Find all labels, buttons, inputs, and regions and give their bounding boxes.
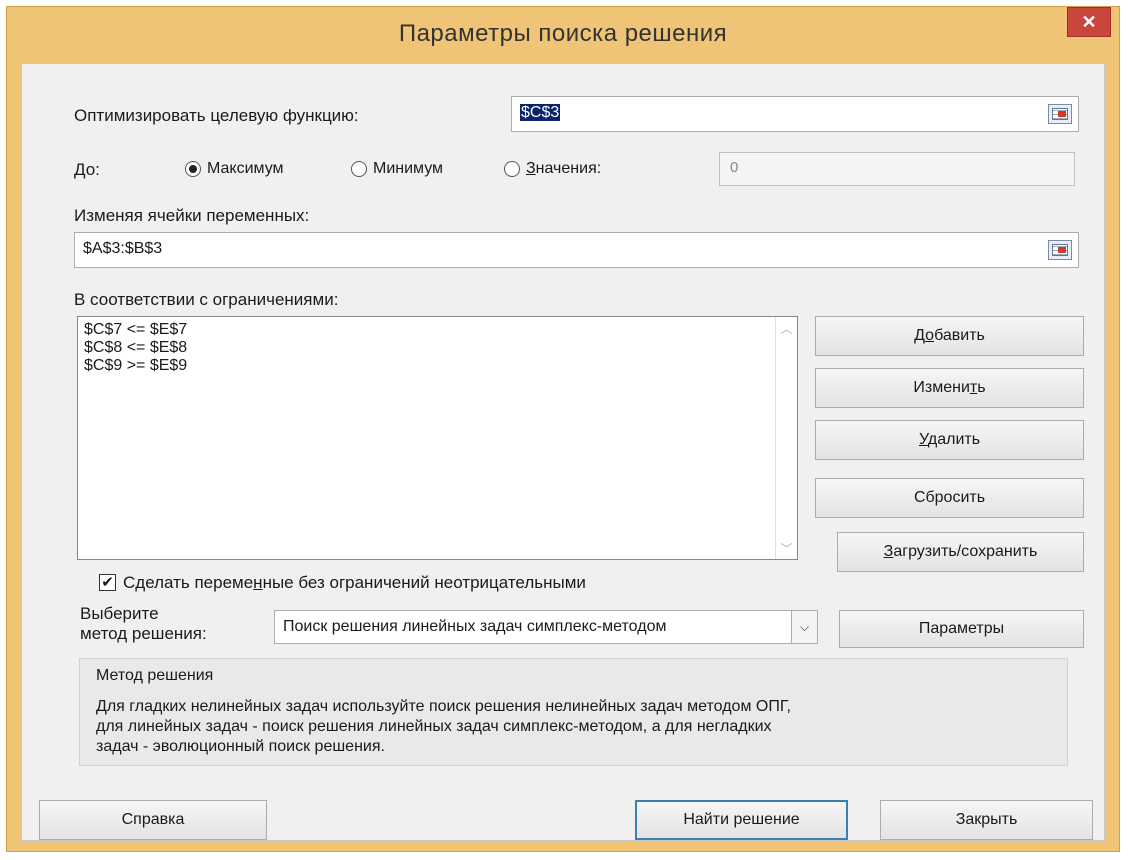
title-bar[interactable]: Параметры поиска решения ✕ xyxy=(7,7,1119,61)
method-label-line2: метод решения: xyxy=(80,624,207,643)
checkmark-icon: ✔ xyxy=(101,574,114,591)
scroll-up-icon[interactable]: ︿ xyxy=(776,317,797,339)
objective-input[interactable]: $C$3 xyxy=(511,96,1079,132)
solve-button[interactable]: Найти решение xyxy=(635,800,848,840)
value-of-input[interactable]: 0 xyxy=(719,152,1075,186)
variables-input[interactable]: $A$3:$B$3 xyxy=(74,232,1079,268)
delete-button-label: Удалить xyxy=(918,431,981,448)
nonnegative-label: Сделать переменные без ограничений неотр… xyxy=(123,573,586,592)
reset-button[interactable]: Сбросить xyxy=(815,478,1084,518)
radio-min-indicator xyxy=(351,161,367,177)
change-button[interactable]: Изменить xyxy=(815,368,1084,408)
radio-max[interactable]: Максимум xyxy=(185,160,284,178)
to-label: До: xyxy=(74,160,100,179)
collapse-dialog-icon[interactable] xyxy=(1048,240,1072,260)
constraints-scrollbar[interactable]: ︿ ﹀ xyxy=(775,317,797,559)
load-save-button-label: Загрузить/сохранить xyxy=(883,543,1038,560)
dialog-title: Параметры поиска решения xyxy=(398,20,728,47)
options-button-label: Параметры xyxy=(918,620,1005,637)
radio-min[interactable]: Минимум xyxy=(351,160,443,178)
close-button[interactable]: Закрыть xyxy=(880,800,1093,840)
method-info-text: Для гладких нелинейных задач используйте… xyxy=(96,697,791,757)
constraint-item[interactable]: $C$8 <= $E$8 xyxy=(84,339,187,357)
variables-value: $A$3:$B$3 xyxy=(83,240,163,257)
help-button-label: Справка xyxy=(121,811,185,828)
constraints-items: $C$7 <= $E$7 $C$8 <= $E$8 $C$9 >= $E$9 xyxy=(84,321,187,375)
help-button[interactable]: Справка xyxy=(39,800,267,840)
radio-max-indicator xyxy=(185,161,201,177)
objective-value: $C$3 xyxy=(520,104,561,121)
nonnegative-checkbox[interactable]: ✔ xyxy=(99,574,116,591)
radio-value[interactable]: Значения: xyxy=(504,160,601,178)
solve-button-label: Найти решение xyxy=(683,811,800,828)
delete-button[interactable]: Удалить xyxy=(815,420,1084,460)
change-button-label: Изменить xyxy=(913,379,986,396)
dialog-window: Параметры поиска решения ✕ Оптимизироват… xyxy=(6,6,1120,852)
add-button[interactable]: Добавить xyxy=(815,316,1084,356)
dialog-client-area: Оптимизировать целевую функцию: $C$3 До:… xyxy=(21,63,1105,841)
method-info-line: для линейных задач - поиск решения линей… xyxy=(96,718,772,735)
add-button-label: Добавить xyxy=(914,327,985,344)
variables-label: Изменяя ячейки переменных: xyxy=(74,206,310,225)
constraints-list[interactable]: $C$7 <= $E$7 $C$8 <= $E$8 $C$9 >= $E$9 ︿… xyxy=(77,316,798,560)
reset-button-label: Сбросить xyxy=(913,489,986,506)
constraints-label: В соответствии с ограничениями: xyxy=(74,290,339,309)
objective-label: Оптимизировать целевую функцию: xyxy=(74,106,359,125)
radio-min-label: Минимум xyxy=(373,160,444,177)
method-info-title: Метод решения xyxy=(96,667,214,684)
close-button-label: Закрыть xyxy=(955,811,1018,828)
radio-max-label: Максимум xyxy=(207,160,284,177)
close-icon[interactable]: ✕ xyxy=(1067,7,1111,37)
method-label-line1: Выберите xyxy=(80,604,159,623)
method-info-line: задач - эволюционный поиск решения. xyxy=(96,738,385,755)
constraint-item[interactable]: $C$7 <= $E$7 xyxy=(84,321,187,339)
method-select-value: Поиск решения линейных задач симплекс-ме… xyxy=(283,618,667,635)
method-info-line: Для гладких нелинейных задач используйте… xyxy=(96,698,791,715)
radio-value-label: Значения: xyxy=(526,160,602,177)
value-of-text: 0 xyxy=(730,159,739,176)
method-select[interactable]: Поиск решения линейных задач симплекс-ме… xyxy=(274,610,818,644)
load-save-button[interactable]: Загрузить/сохранить xyxy=(837,532,1084,572)
chevron-down-icon[interactable]: ⌵ xyxy=(791,611,817,643)
method-info-panel: Метод решения Для гладких нелинейных зад… xyxy=(79,658,1068,766)
scroll-down-icon[interactable]: ﹀ xyxy=(776,537,797,559)
constraint-item[interactable]: $C$9 >= $E$9 xyxy=(84,357,187,375)
radio-value-indicator xyxy=(504,161,520,177)
collapse-dialog-icon[interactable] xyxy=(1048,104,1072,124)
options-button[interactable]: Параметры xyxy=(839,610,1084,648)
